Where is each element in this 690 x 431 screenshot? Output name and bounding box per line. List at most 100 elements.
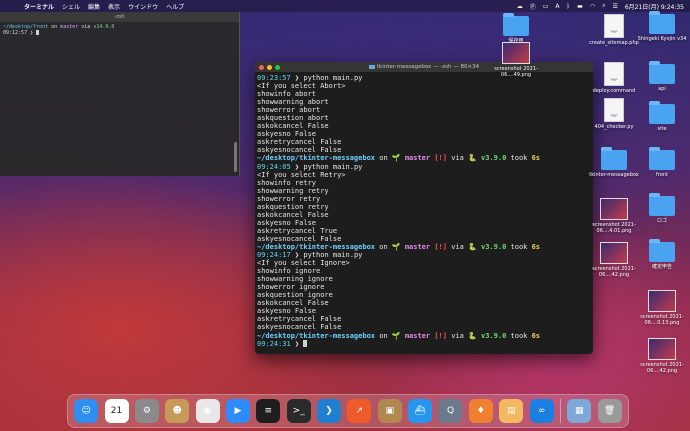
background-terminal-window[interactable]: -zsh ~/desktop/front on master via v14.9… bbox=[0, 12, 240, 176]
close-icon[interactable] bbox=[259, 64, 264, 70]
output-line: askyesno False bbox=[257, 130, 317, 139]
terminal-line: <If you select Abort> bbox=[257, 82, 591, 90]
desktop-item-label: 確定申告 bbox=[651, 264, 672, 270]
git-status: [!] bbox=[434, 154, 447, 163]
vscode-icon[interactable]: ❯ bbox=[317, 399, 342, 423]
document-icon: PHP bbox=[604, 62, 624, 86]
desktop-item-thumb[interactable]: screenshot 2021-06....42.png bbox=[632, 338, 690, 374]
prompt-via: via bbox=[446, 331, 469, 340]
terminal-output[interactable]: 09:23:57 ❯ python main.py <If you select … bbox=[255, 72, 593, 350]
status-control-center-icon[interactable]: ☰ bbox=[612, 3, 617, 10]
terminal-line: askyesno False bbox=[257, 307, 591, 315]
calendar-icon[interactable]: 21 bbox=[104, 399, 129, 423]
contacts-icon[interactable]: ☻ bbox=[165, 399, 190, 423]
menu-app-name[interactable]: ターミナル bbox=[24, 2, 54, 11]
desktop-item-folder[interactable]: site bbox=[632, 101, 690, 132]
zoom-icon[interactable] bbox=[275, 64, 280, 70]
image-thumbnail-icon bbox=[502, 42, 530, 64]
terminal-line: askretrycancel True bbox=[257, 227, 591, 235]
cursor bbox=[303, 339, 308, 347]
menu-item-edit[interactable]: 編集 bbox=[88, 2, 100, 11]
output-line: showwarning retry bbox=[257, 186, 329, 195]
prompt-directory: ~/desktop/tkinter-messagebox bbox=[257, 154, 376, 163]
output-line: showinfo retry bbox=[257, 178, 317, 187]
output-line: showerror retry bbox=[257, 194, 321, 203]
image-thumbnail-icon bbox=[600, 242, 628, 264]
menu-item-shell[interactable]: シェル bbox=[62, 2, 80, 11]
prompt-took: took bbox=[506, 154, 532, 163]
git-status: [!] bbox=[434, 331, 447, 340]
terminal-line: <If you select Retry> bbox=[257, 171, 591, 179]
output-line: askretrycancel False bbox=[257, 315, 342, 324]
chrome-icon[interactable]: ◉ bbox=[195, 399, 220, 423]
output-line: askquestion abort bbox=[257, 114, 329, 123]
status-cloud-icon[interactable]: ☁ bbox=[517, 3, 523, 10]
menu-item-help[interactable]: ヘルプ bbox=[166, 2, 184, 11]
trash-icon[interactable]: 🗑 bbox=[597, 399, 622, 423]
prompt-arrow: ❯ bbox=[290, 339, 304, 348]
terminal-line: askyesnocancel False bbox=[257, 235, 591, 243]
prompt-on: on bbox=[375, 242, 392, 251]
command-text: python main.py bbox=[303, 162, 363, 171]
prompt-directory: ~/desktop/tkinter-messagebox bbox=[257, 242, 376, 251]
status-area: ☁ Ⓟ ▭ A ᛒ ▬ ◠ ⌕ ☰ 6月21日(月) 9:24:35 bbox=[517, 2, 684, 11]
status-p-icon[interactable]: Ⓟ bbox=[530, 2, 536, 11]
git-branch: master bbox=[404, 331, 431, 340]
quicktime-icon[interactable]: Q bbox=[438, 399, 463, 423]
desktop-item-thumb[interactable]: screenshot 2021-06....0.13.png bbox=[632, 290, 690, 326]
desktop-item-folder[interactable]: 保存用 bbox=[486, 13, 546, 44]
status-wifi-icon[interactable]: ◠ bbox=[590, 3, 595, 10]
git-status: [!] bbox=[434, 242, 447, 251]
dock-separator bbox=[559, 399, 561, 423]
infinity-icon[interactable]: ∞ bbox=[529, 399, 554, 423]
status-bluetooth-icon[interactable]: ᛒ bbox=[567, 3, 571, 10]
image-thumbnail-icon bbox=[600, 198, 628, 220]
minimize-icon[interactable] bbox=[267, 64, 272, 70]
desktop-item-folder[interactable]: api bbox=[632, 61, 690, 92]
git-branch: master bbox=[404, 242, 431, 251]
output-line: askokcancel False bbox=[257, 122, 329, 131]
zoom-icon[interactable]: ▶ bbox=[225, 399, 250, 423]
screenshots-folder-icon[interactable]: ▦ bbox=[567, 399, 592, 423]
main-terminal-window[interactable]: tkinter-messagebox — -zsh — 80×34 09:23:… bbox=[255, 62, 593, 354]
desktop-item-label: ロゴ bbox=[656, 218, 667, 224]
terminal-line: askretrycancel False bbox=[257, 315, 591, 323]
prompt-arrow: ❯ bbox=[290, 74, 304, 82]
finder-icon[interactable]: ☺ bbox=[74, 399, 99, 423]
stats-icon[interactable]: ↗ bbox=[347, 399, 372, 423]
terminal-icon[interactable]: >_ bbox=[286, 399, 311, 423]
desktop-item-label: Shingeki Kyojin v34 bbox=[637, 36, 687, 42]
status-search-icon[interactable]: ⌕ bbox=[602, 2, 605, 10]
sourcetree-icon[interactable]: ♦ bbox=[468, 399, 493, 423]
status-battery-icon[interactable]: ▬ bbox=[577, 3, 583, 10]
desktop-item-thumb[interactable]: screenshot 2021-06....49.png bbox=[486, 42, 546, 78]
output-line: showerror ignore bbox=[257, 283, 325, 292]
desktop-item-folder[interactable]: Shingeki Kyojin v34 bbox=[632, 11, 690, 42]
status-a-icon[interactable]: A bbox=[555, 3, 559, 10]
command-text: python main.py bbox=[303, 251, 363, 260]
menu-item-window[interactable]: ウインドウ bbox=[128, 2, 158, 11]
terminal-line: askquestion ignore bbox=[257, 291, 591, 299]
activity-monitor-icon[interactable]: ≡ bbox=[256, 399, 281, 423]
python-icon: 🐍 bbox=[468, 331, 481, 340]
system-preferences-icon[interactable]: ⚙ bbox=[134, 399, 159, 423]
menubar-clock[interactable]: 6月21日(月) 9:24:35 bbox=[625, 2, 684, 11]
terminal-line: showerror ignore bbox=[257, 283, 591, 291]
background-terminal-scrollbar[interactable] bbox=[234, 142, 237, 172]
terminal-line: askyesno False bbox=[257, 130, 591, 138]
status-screen-icon[interactable]: ▭ bbox=[543, 3, 549, 10]
archive-icon[interactable]: ▣ bbox=[377, 399, 402, 423]
prompt-time: 09:24:05 bbox=[257, 162, 291, 171]
preview-icon[interactable]: ▤ bbox=[499, 399, 524, 423]
python-version: v3.9.0 bbox=[481, 154, 507, 163]
desktop-item-folder[interactable]: 確定申告 bbox=[632, 239, 690, 270]
docker-icon[interactable]: ⛴ bbox=[408, 399, 433, 423]
desktop-item-folder[interactable]: ロゴ bbox=[632, 193, 690, 224]
menu-item-view[interactable]: 表示 bbox=[108, 2, 120, 11]
terminal-line: showerror abort bbox=[257, 106, 591, 114]
command-duration: 6s bbox=[531, 331, 541, 340]
output-line: askokcancel False bbox=[257, 210, 329, 219]
document-icon: PHP bbox=[604, 98, 624, 122]
desktop-item-folder[interactable]: front bbox=[632, 147, 690, 178]
output-line: askretrycancel False bbox=[257, 138, 342, 147]
